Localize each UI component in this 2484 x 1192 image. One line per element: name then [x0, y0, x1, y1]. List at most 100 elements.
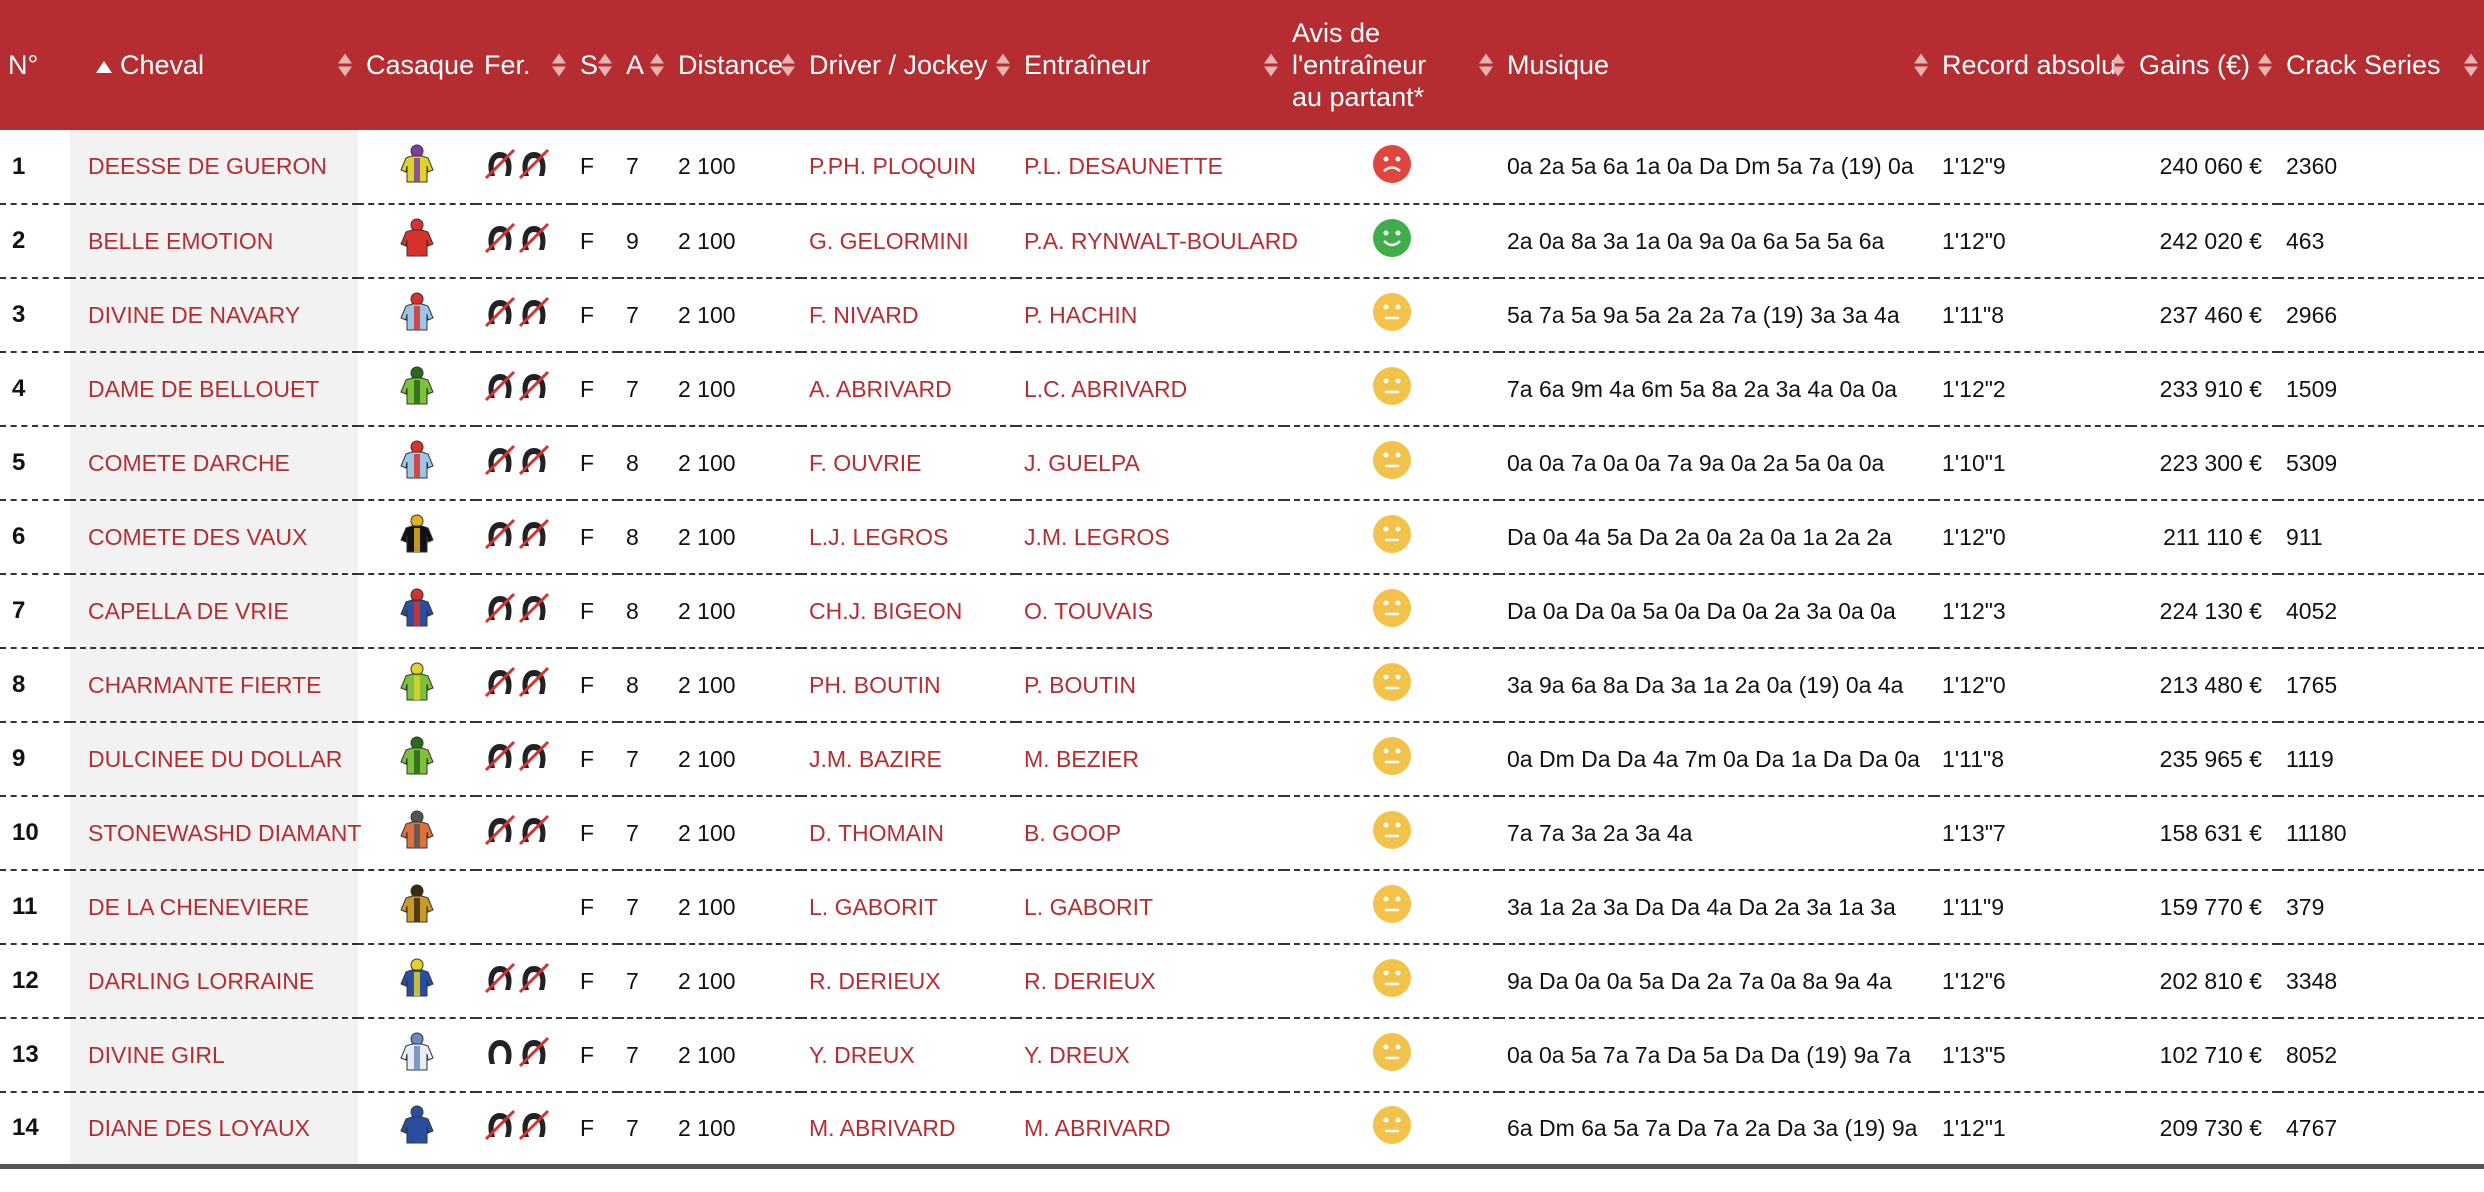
- trainer-link[interactable]: M. BEZIER: [1016, 722, 1284, 796]
- horse-name-link[interactable]: DARLING LORRAINE: [70, 944, 358, 1018]
- horse-name-link[interactable]: COMETE DARCHE: [70, 426, 358, 500]
- driver-link[interactable]: A. ABRIVARD: [801, 352, 1016, 426]
- col-header-fer[interactable]: Fer.: [476, 0, 572, 130]
- horse-name-link[interactable]: COMETE DES VAUX: [70, 500, 358, 574]
- trainer-link[interactable]: L.C. ABRIVARD: [1016, 352, 1284, 426]
- table-row[interactable]: 4 DAME DE BELLOUET F 7 2 100 A. ABRIVARD L.C. …: [0, 352, 2484, 426]
- col-header-gains[interactable]: Gains (€): [2131, 0, 2278, 130]
- driver-link[interactable]: Y. DREUX: [801, 1018, 1016, 1092]
- trainer-link[interactable]: J.M. LEGROS: [1016, 500, 1284, 574]
- cell-gains: 223 300 €: [2159, 449, 2262, 476]
- trainer-link[interactable]: Y. DREUX: [1016, 1018, 1284, 1092]
- col-header-entraineur[interactable]: Entraîneur: [1016, 0, 1284, 130]
- table-row[interactable]: 13 DIVINE GIRL F 7 2 100 Y. DREUX Y. DREUX 0a 0…: [0, 1018, 2484, 1092]
- table-row[interactable]: 7 CAPELLA DE VRIE F 8 2 100 CH.J. BIGEON O. TO…: [0, 574, 2484, 648]
- col-header-distance[interactable]: Distance: [670, 0, 801, 130]
- horse-name-link[interactable]: DIANE DES LOYAUX: [70, 1092, 358, 1166]
- horseshoe-removed-icon: [484, 666, 550, 704]
- col-header-s[interactable]: S: [572, 0, 618, 130]
- trainer-link[interactable]: L. GABORIT: [1016, 870, 1284, 944]
- driver-link[interactable]: F. OUVRIE: [801, 426, 1016, 500]
- driver-link[interactable]: G. GELORMINI: [801, 204, 1016, 278]
- horseshoe-removed-icon: [484, 222, 550, 260]
- table-row[interactable]: 9 DULCINEE DU DOLLAR F 7 2 100 J.M. BAZIRE M. …: [0, 722, 2484, 796]
- sort-icon[interactable]: [650, 53, 664, 77]
- sort-icon[interactable]: [552, 53, 566, 77]
- trainer-link[interactable]: P. HACHIN: [1016, 278, 1284, 352]
- cell-record: 1'12"9: [1942, 153, 2006, 179]
- cell-fer: [476, 352, 572, 426]
- sort-icon[interactable]: [2464, 53, 2478, 77]
- sort-icon[interactable]: [598, 53, 612, 77]
- trainer-link[interactable]: P. BOUTIN: [1016, 648, 1284, 722]
- horse-name-link[interactable]: BELLE EMOTION: [70, 204, 358, 278]
- driver-link[interactable]: CH.J. BIGEON: [801, 574, 1016, 648]
- horse-name-link[interactable]: STONEWASHD DIAMANT: [70, 796, 361, 870]
- cell-num: 14: [12, 1114, 39, 1142]
- sort-icon[interactable]: [1264, 53, 1278, 77]
- horse-name-link[interactable]: DAME DE BELLOUET: [70, 352, 358, 426]
- col-header-record[interactable]: Record absolu: [1934, 0, 2131, 130]
- col-header-driver[interactable]: Driver / Jockey: [801, 0, 1016, 130]
- horse-name-link[interactable]: DEESSE DE GUERON: [70, 130, 358, 204]
- table-row[interactable]: 3 DIVINE DE NAVARY F 7 2 100 F. NIVARD P. HACH…: [0, 278, 2484, 352]
- driver-link[interactable]: L. GABORIT: [801, 870, 1016, 944]
- sort-icon[interactable]: [1914, 53, 1928, 77]
- cell-fer: [476, 426, 572, 500]
- table-row[interactable]: 14 DIANE DES LOYAUX F 7 2 100 M. ABRIVARD M. A…: [0, 1092, 2484, 1166]
- cell-crack: 2966: [2286, 301, 2338, 328]
- sort-icon[interactable]: [996, 53, 1010, 77]
- sort-icon[interactable]: [338, 53, 352, 77]
- table-row[interactable]: 1 DEESSE DE GUERON F 7 2 100 P.PH. PLOQUIN P.L…: [0, 130, 2484, 204]
- horse-name-link[interactable]: DULCINEE DU DOLLAR: [70, 722, 358, 796]
- trainer-link[interactable]: P.A. RYNWALT-BOULARD: [1016, 204, 1298, 278]
- cell-sexe: F: [580, 227, 595, 254]
- driver-link[interactable]: F. NIVARD: [801, 278, 1016, 352]
- driver-link[interactable]: PH. BOUTIN: [801, 648, 1016, 722]
- trainer-link[interactable]: R. DERIEUX: [1016, 944, 1284, 1018]
- cell-record: 1'12"0: [1942, 227, 2006, 254]
- horse-name-link[interactable]: DE LA CHENEVIERE: [70, 870, 358, 944]
- col-header-avis[interactable]: Avis de l'entraîneur au partant*: [1284, 0, 1499, 130]
- table-row[interactable]: 5 COMETE DARCHE F 8 2 100 F. OUVRIE J. GUELPA 0…: [0, 426, 2484, 500]
- sort-icon[interactable]: [2111, 53, 2125, 77]
- col-header-a[interactable]: A: [618, 0, 670, 130]
- cell-musique: 9a Da 0a 0a 5a Da 2a 7a 0a 8a 9a 4a: [1507, 967, 1892, 994]
- trainer-link[interactable]: B. GOOP: [1016, 796, 1284, 870]
- table-row[interactable]: 10 STONEWASHD DIAMANT F 7 2 100 D. THOMAIN B. …: [0, 796, 2484, 870]
- col-header-musique[interactable]: Musique: [1499, 0, 1934, 130]
- driver-link[interactable]: D. THOMAIN: [801, 796, 1016, 870]
- cell-musique: 7a 6a 9m 4a 6m 5a 8a 2a 3a 4a 0a 0a: [1507, 375, 1898, 402]
- sort-asc-icon: [96, 60, 112, 73]
- table-row[interactable]: 8 CHARMANTE FIERTE F 8 2 100 PH. BOUTIN P. BOU…: [0, 648, 2484, 722]
- col-header-crack[interactable]: Crack Series: [2278, 0, 2484, 130]
- cell-age: 7: [626, 745, 639, 772]
- driver-link[interactable]: L.J. LEGROS: [801, 500, 1016, 574]
- horse-name-link[interactable]: CAPELLA DE VRIE: [70, 574, 358, 648]
- driver-link[interactable]: R. DERIEUX: [801, 944, 1016, 1018]
- horse-name-link[interactable]: CHARMANTE FIERTE: [70, 648, 358, 722]
- cell-gains: 213 480 €: [2159, 671, 2262, 698]
- horse-name-link[interactable]: DIVINE GIRL: [70, 1018, 358, 1092]
- cell-avis: [1284, 648, 1499, 722]
- col-header-num[interactable]: N°: [0, 0, 70, 130]
- sort-icon[interactable]: [1479, 53, 1493, 77]
- driver-link[interactable]: J.M. BAZIRE: [801, 722, 1016, 796]
- table-row[interactable]: 2 BELLE EMOTION F 9 2 100 G. GELORMINI P.A. RY…: [0, 204, 2484, 278]
- trainer-link[interactable]: J. GUELPA: [1016, 426, 1284, 500]
- table-row[interactable]: 6 COMETE DES VAUX F 8 2 100 L.J. LEGROS J.M. L…: [0, 500, 2484, 574]
- cell-age: 7: [626, 301, 639, 328]
- cell-crack: 1765: [2286, 671, 2338, 698]
- driver-link[interactable]: P.PH. PLOQUIN: [801, 130, 1016, 204]
- trainer-link[interactable]: O. TOUVAIS: [1016, 574, 1284, 648]
- driver-link[interactable]: M. ABRIVARD: [801, 1092, 1016, 1166]
- trainer-link[interactable]: M. ABRIVARD: [1016, 1092, 1284, 1166]
- trainer-link[interactable]: P.L. DESAUNETTE: [1016, 130, 1284, 204]
- sort-icon[interactable]: [781, 53, 795, 77]
- col-header-cheval[interactable]: Cheval: [70, 0, 358, 130]
- table-row[interactable]: 11 DE LA CHENEVIERE F 7 2 100 L. GABORIT L. GA…: [0, 870, 2484, 944]
- sort-icon[interactable]: [2258, 53, 2272, 77]
- horse-name-link[interactable]: DIVINE DE NAVARY: [70, 278, 358, 352]
- horseshoe-removed-icon: [484, 370, 550, 408]
- table-row[interactable]: 12 DARLING LORRAINE F 7 2 100 R. DERIEUX R. DE…: [0, 944, 2484, 1018]
